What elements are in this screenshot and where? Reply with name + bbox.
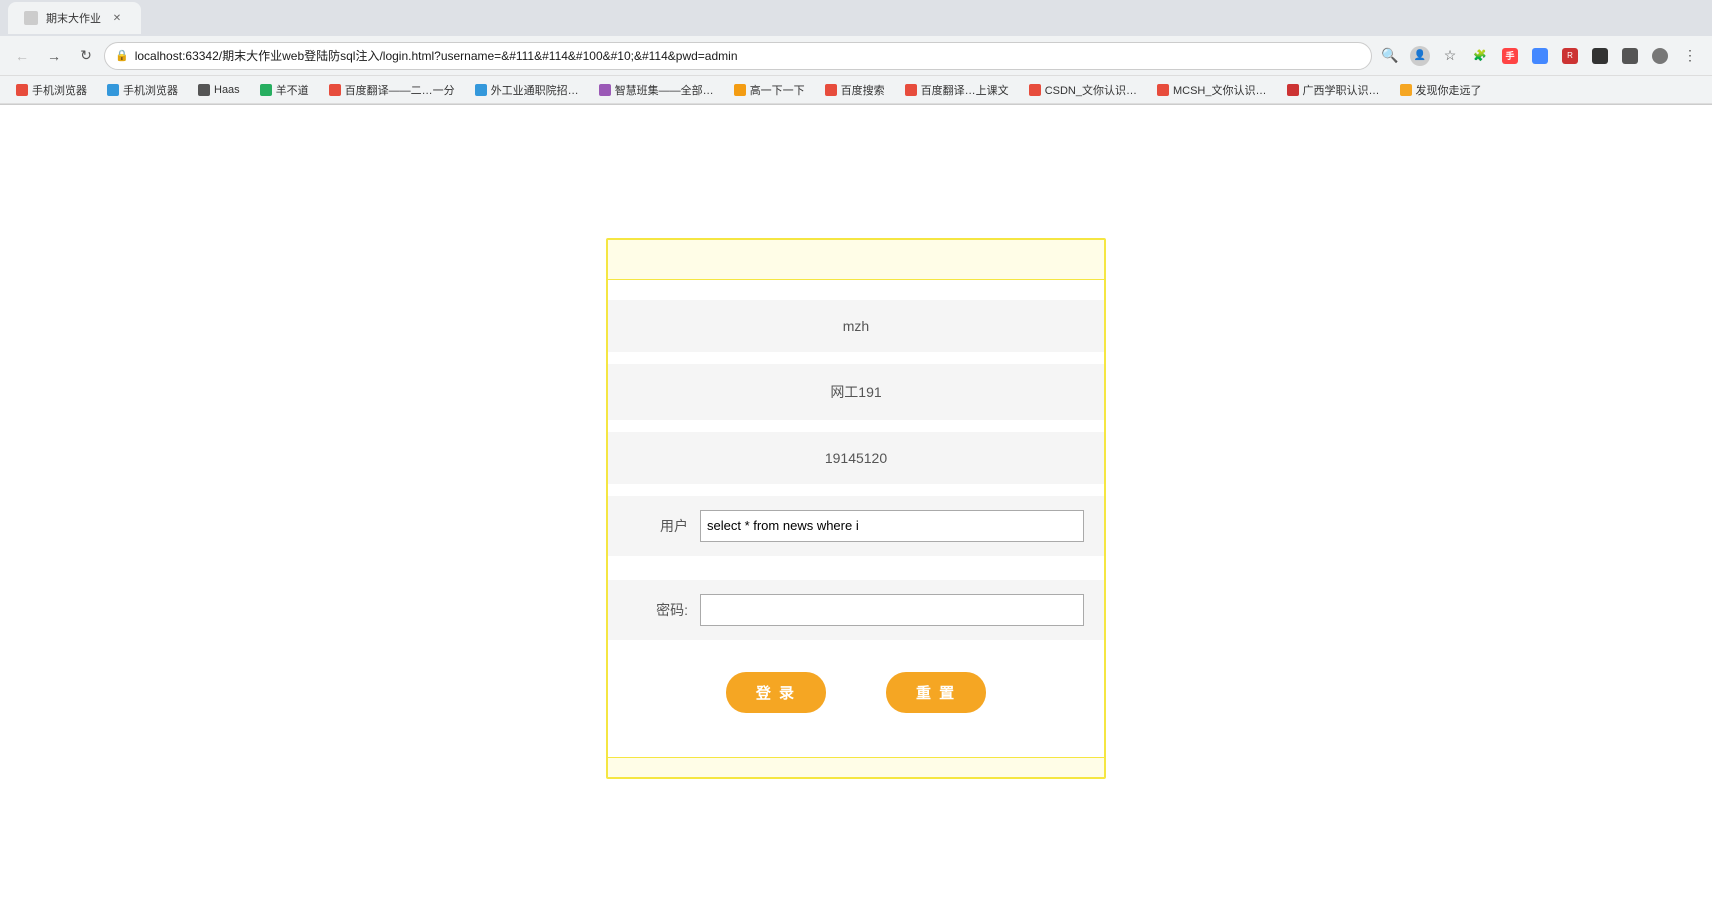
bookmark-favicon-8 [734, 84, 746, 96]
info-text-2: 网工191 [830, 382, 881, 402]
ext2-btn[interactable] [1526, 42, 1554, 70]
bookmark-6[interactable]: 外工业通职院招… [467, 80, 587, 100]
bookmark-label-5: 百度翻译——二…一分 [345, 82, 455, 98]
spacer-1 [608, 352, 1104, 364]
bookmark-3[interactable]: Haas [190, 82, 248, 98]
card-footer [608, 757, 1104, 777]
bookmark-label-11: CSDN_文你认识… [1045, 82, 1137, 98]
username-label: 用户 [628, 516, 688, 536]
ext5-btn[interactable] [1616, 42, 1644, 70]
card-body: mzh 网工191 19145120 用户 密码: [608, 280, 1104, 757]
bookmark-label-3: Haas [214, 84, 240, 96]
bookmark-label-6: 外工业通职院招… [491, 82, 579, 98]
bookmark-1[interactable]: 手机浏览器 [8, 80, 95, 100]
bookmark-star-btn[interactable]: ☆ [1436, 42, 1464, 70]
username-row: 用户 [608, 496, 1104, 556]
tab-title: 期末大作业 [46, 10, 101, 26]
toolbar-right: 🔍 👤 ☆ 🧩 手 R [1376, 42, 1704, 70]
bookmark-favicon-12 [1157, 84, 1169, 96]
bookmark-favicon-9 [825, 84, 837, 96]
bookmark-favicon-7 [599, 84, 611, 96]
info-text-1: mzh [843, 318, 869, 334]
search-icon-btn[interactable]: 🔍 [1376, 42, 1404, 70]
browser-chrome: 期末大作业 ✕ ← → ↻ 🔒 localhost:63342/期末大作业web… [0, 0, 1712, 105]
card-header [608, 240, 1104, 280]
reload-button[interactable]: ↻ [72, 42, 100, 70]
bookmark-label-9: 百度搜索 [841, 82, 885, 98]
bookmark-12[interactable]: MCSH_文你认识… [1149, 80, 1275, 100]
info-row-2: 网工191 [608, 364, 1104, 420]
bookmark-10[interactable]: 百度翻译…上课文 [897, 80, 1017, 100]
bookmark-favicon-6 [475, 84, 487, 96]
ext3-btn[interactable]: R [1556, 42, 1584, 70]
bookmark-9[interactable]: 百度搜索 [817, 80, 893, 100]
bookmark-favicon-5 [329, 84, 341, 96]
bookmark-5[interactable]: 百度翻译——二…一分 [321, 80, 463, 100]
bookmark-favicon-11 [1029, 84, 1041, 96]
bookmark-11[interactable]: CSDN_文你认识… [1021, 80, 1145, 100]
password-row: 密码: [608, 580, 1104, 640]
bookmark-8[interactable]: 高一下一下 [726, 80, 813, 100]
info-row-3: 19145120 [608, 432, 1104, 484]
page-content: mzh 网工191 19145120 用户 密码: [0, 105, 1712, 911]
profile-icon: 👤 [1410, 46, 1430, 66]
menu-btn[interactable]: ⋮ [1676, 42, 1704, 70]
bookmark-label-14: 发现你走远了 [1416, 82, 1482, 98]
address-text: localhost:63342/期末大作业web登陆防sql注入/login.h… [135, 47, 1361, 64]
bookmark-label-4: 羊不道 [276, 82, 309, 98]
bookmark-2[interactable]: 手机浏览器 [99, 80, 186, 100]
bookmark-7[interactable]: 智慧班集——全部… [591, 80, 722, 100]
bookmark-label-13: 广西学职认识… [1303, 82, 1380, 98]
spacer-3 [608, 484, 1104, 496]
ext4-btn[interactable] [1586, 42, 1614, 70]
navigation-toolbar: ← → ↻ 🔒 localhost:63342/期末大作业web登陆防sql注入… [0, 36, 1712, 76]
bookmark-favicon-10 [905, 84, 917, 96]
spacer-2 [608, 420, 1104, 432]
tab-close-btn[interactable]: ✕ [109, 10, 125, 26]
extensions-btn[interactable]: 🧩 [1466, 42, 1494, 70]
ext1-btn[interactable]: 手 [1496, 42, 1524, 70]
forward-button[interactable]: → [40, 42, 68, 70]
password-input[interactable] [700, 594, 1084, 626]
ext6-btn[interactable] [1646, 42, 1674, 70]
bookmarks-bar: 手机浏览器 手机浏览器 Haas 羊不道 百度翻译——二…一分 外工业通职院招…… [0, 76, 1712, 104]
back-button[interactable]: ← [8, 42, 36, 70]
lock-icon: 🔒 [115, 49, 129, 62]
bookmark-label-12: MCSH_文你认识… [1173, 82, 1267, 98]
bookmark-label-8: 高一下一下 [750, 82, 805, 98]
bookmark-label-2: 手机浏览器 [123, 82, 178, 98]
browser-tab[interactable]: 期末大作业 ✕ [8, 2, 141, 34]
bookmark-label-10: 百度翻译…上课文 [921, 82, 1009, 98]
login-card: mzh 网工191 19145120 用户 密码: [606, 238, 1106, 779]
bookmark-favicon-2 [107, 84, 119, 96]
info-text-3: 19145120 [825, 450, 887, 466]
bookmark-favicon-4 [260, 84, 272, 96]
tab-favicon [24, 11, 38, 25]
bookmark-favicon-14 [1400, 84, 1412, 96]
bookmark-label-1: 手机浏览器 [32, 82, 87, 98]
bookmark-14[interactable]: 发现你走远了 [1392, 80, 1490, 100]
bookmark-13[interactable]: 广西学职认识… [1279, 80, 1388, 100]
bookmark-favicon-3 [198, 84, 210, 96]
password-label: 密码: [628, 600, 688, 620]
button-row: 登 录 重 置 [608, 652, 1104, 737]
reset-button[interactable]: 重 置 [886, 672, 986, 713]
username-input[interactable] [700, 510, 1084, 542]
bookmark-label-7: 智慧班集——全部… [615, 82, 714, 98]
bookmark-4[interactable]: 羊不道 [252, 80, 317, 100]
address-bar[interactable]: 🔒 localhost:63342/期末大作业web登陆防sql注入/login… [104, 42, 1372, 70]
login-button[interactable]: 登 录 [726, 672, 826, 713]
bookmark-favicon-1 [16, 84, 28, 96]
spacer-4 [608, 568, 1104, 580]
tab-bar: 期末大作业 ✕ [0, 0, 1712, 36]
bookmark-favicon-13 [1287, 84, 1299, 96]
info-row-1: mzh [608, 300, 1104, 352]
profile-btn[interactable]: 👤 [1406, 42, 1434, 70]
